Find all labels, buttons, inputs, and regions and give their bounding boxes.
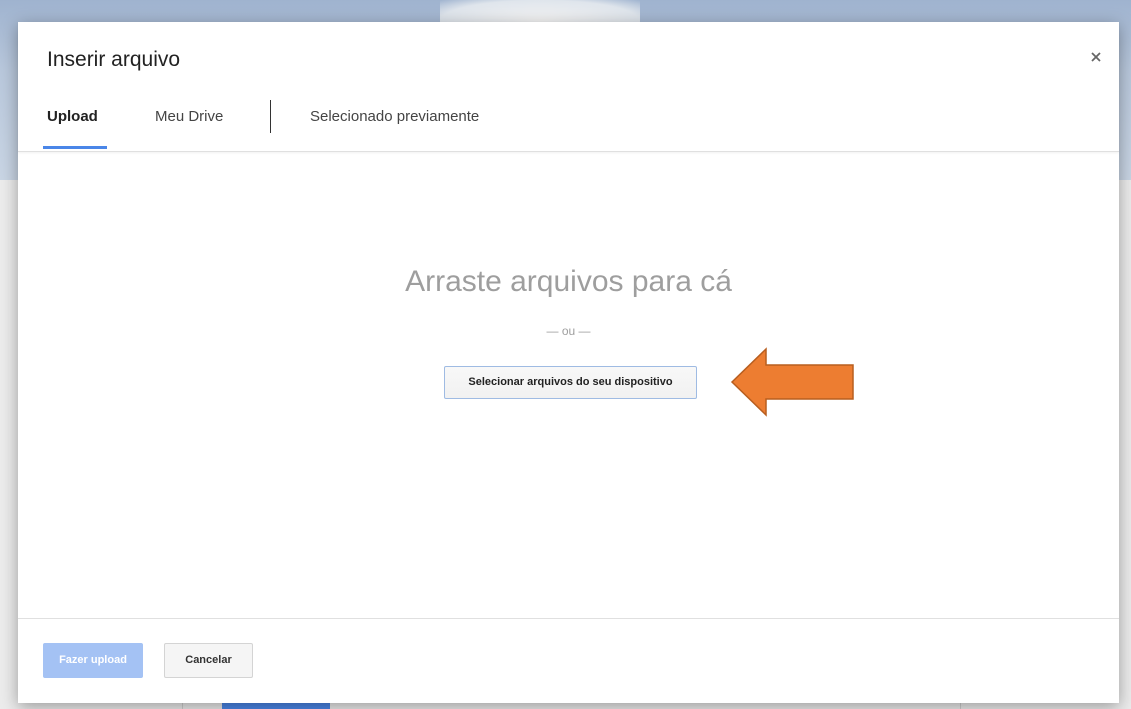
file-drop-zone[interactable]: Arraste arquivos para cá — ou — Selecion… bbox=[18, 152, 1119, 618]
tab-upload[interactable]: Upload bbox=[47, 108, 98, 125]
insert-file-dialog: Inserir arquivo Upload Meu Drive Selecio… bbox=[18, 22, 1119, 703]
tab-selecionado-previamente[interactable]: Selecionado previamente bbox=[310, 108, 479, 125]
select-files-button[interactable]: Selecionar arquivos do seu dispositivo bbox=[444, 366, 697, 399]
tab-divider bbox=[270, 100, 271, 133]
active-tab-indicator bbox=[43, 146, 107, 149]
dialog-footer: Fazer upload Cancelar bbox=[18, 618, 1119, 704]
cancel-button[interactable]: Cancelar bbox=[164, 643, 253, 678]
drop-zone-title: Arraste arquivos para cá bbox=[405, 265, 732, 298]
upload-button[interactable]: Fazer upload bbox=[43, 643, 143, 678]
close-icon[interactable] bbox=[1089, 50, 1103, 64]
tab-meu-drive[interactable]: Meu Drive bbox=[155, 108, 223, 125]
dialog-header: Inserir arquivo Upload Meu Drive Selecio… bbox=[18, 22, 1119, 152]
dialog-title: Inserir arquivo bbox=[47, 48, 181, 71]
left-arrow-icon bbox=[730, 347, 854, 417]
tab-bar: Upload Meu Drive Selecionado previamente bbox=[18, 100, 1119, 151]
or-separator: — ou — bbox=[546, 324, 591, 338]
